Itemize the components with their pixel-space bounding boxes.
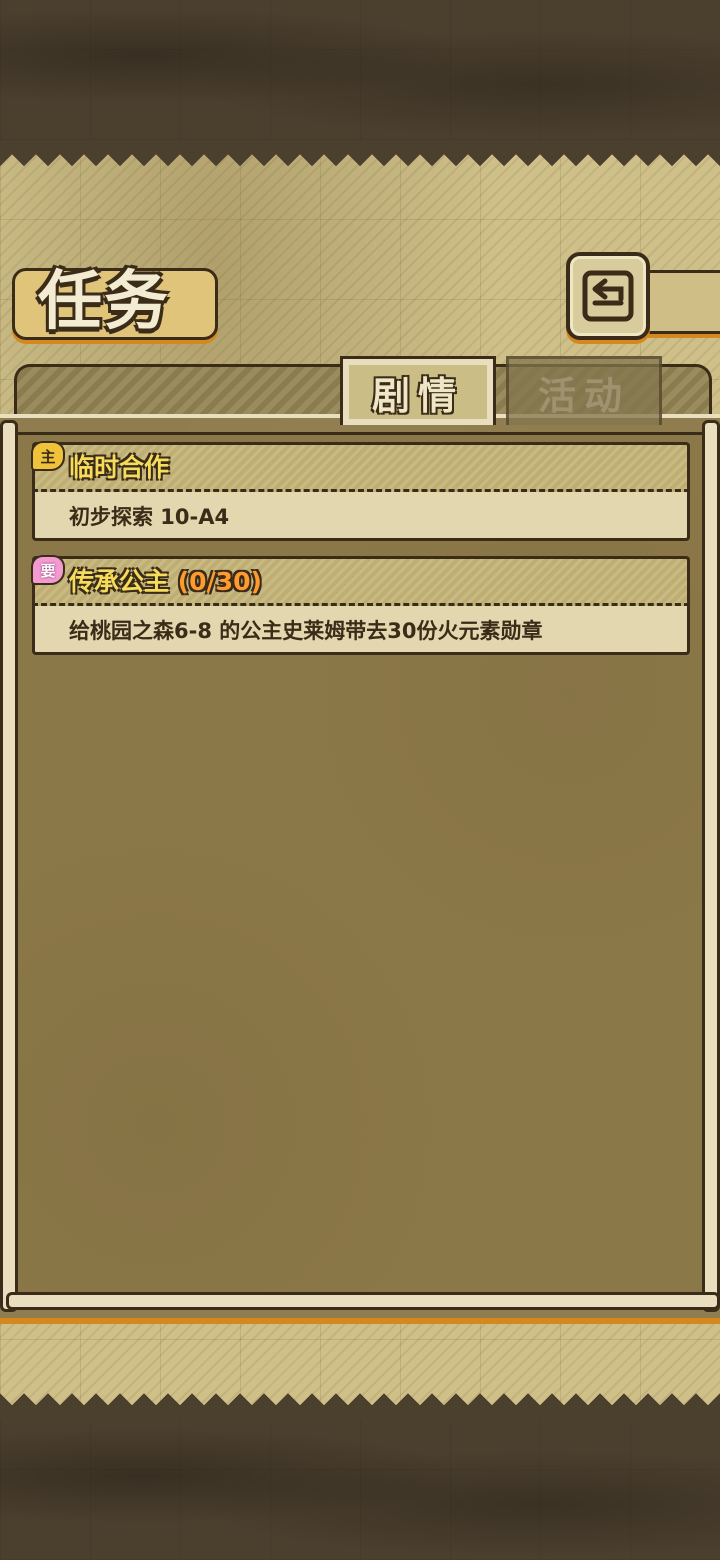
return-arrow-icon [582,270,634,322]
bottom-map-background [0,1420,720,1560]
quest-title-text: 临时合作 [69,453,170,482]
panel-frame-bottom [6,1292,720,1310]
quest-body: 给桃园之森6-8 的公主史莱姆带去30份火元素勋章 [32,606,690,655]
main-quest-badge-icon: 主 [31,441,65,471]
quest-header: 要 传承公主 (0/30) [31,555,690,606]
quest-item[interactable]: 要 传承公主 (0/30) 给桃园之森6-8 的公主史莱姆带去30份火元素勋章 [31,555,690,655]
panel-frame-left [0,420,18,1312]
quest-item[interactable]: 主 临时合作 初步探索 10-A4 [31,441,690,541]
quest-description: 初步探索 10-A4 [69,505,230,529]
quest-header: 主 临时合作 [31,441,690,492]
quest-title-text: 传承公主 [69,567,170,596]
quest-description: 给桃园之森6-8 的公主史莱姆带去30份火元素勋章 [69,619,543,643]
top-map-background [0,0,720,140]
quest-body: 初步探索 10-A4 [32,492,690,541]
tab-event[interactable]: 活动 [506,356,662,425]
page-title: 任务 [38,265,170,339]
quest-progress: (0/30) [177,567,262,596]
tab-story[interactable]: 剧情 [340,356,496,425]
zigzag-edge-bottom [0,1390,720,1420]
panel-frame-right [702,420,720,1312]
request-quest-badge-icon: 要 [31,555,65,585]
back-button[interactable] [566,252,650,340]
zigzag-edge-top [0,140,720,168]
quest-title: 传承公主 (0/30) [69,562,262,598]
quest-title: 临时合作 [69,448,169,484]
